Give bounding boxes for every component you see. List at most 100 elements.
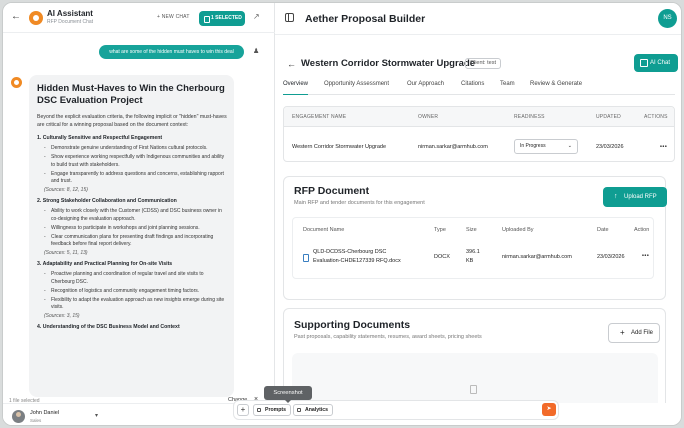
analytics-icon [297,408,301,412]
document-icon [303,254,309,262]
back-arrow-icon[interactable]: ← [287,59,296,69]
tab-opportunity-assessment[interactable]: Opportunity Assessment [324,81,389,95]
app-title: Aether Proposal Builder [305,13,426,25]
prompts-button[interactable]: Prompts [253,404,292,416]
assistant-avatar-icon [11,77,22,88]
content-scroll-area: ENGAGEMENT NAME OWNER READINESS UPDATED … [275,98,675,403]
table-header: ENGAGEMENT NAME OWNER READINESS UPDATED … [284,107,674,127]
column-header: ACTIONS [644,114,668,120]
document-name-cont[interactable]: Evaluation-CHDE127339 RFQ.docx [313,258,401,264]
user-message: what are some of the hidden must haves t… [99,45,244,59]
upload-rfp-button[interactable]: Upload RFP [603,187,667,207]
list-item: Clear communication plans for presenting… [37,234,228,249]
section-title: RFP Document [294,185,370,197]
analytics-label: Analytics [305,407,329,413]
avatar [12,410,25,423]
column-header: Date [597,227,609,233]
answer-title: Hidden Must-Haves to Win the Cherbourg D… [37,83,225,106]
answer-section: 2. Strong Stakeholder Collaboration and … [37,198,228,257]
section-heading: 1. Culturally Sensitive and Respectful E… [37,135,163,141]
uploaded-by: nirman.sarkar@armhub.com [502,254,572,260]
prompts-label: Prompts [265,407,287,413]
section-subtitle: Past proposals, capability statements, r… [294,334,482,340]
column-header: UPDATED [596,114,621,120]
engagement-updated: 23/03/2026 [596,144,624,150]
list-item: Willingness to participate in workshops … [37,225,228,233]
readiness-select[interactable]: In Progress ⌄ [514,139,578,154]
column-header: Action [634,227,650,233]
user-name: John Daniel [30,410,60,416]
assistant-message: Hidden Must-Haves to Win the Cherbourg D… [29,75,234,397]
engagement-name: Western Corridor Stormwater Upgrade [292,144,387,150]
client-badge: Client: test [465,58,501,69]
list-item: Recognition of logistics and community e… [37,288,228,296]
chat-panel: ← AI Assistant RFP Document Chat + NEW C… [3,3,275,425]
tab-team[interactable]: Team [500,81,515,95]
document-type: DOCX [434,254,450,260]
rfp-documents-table: Document Name Type Size Uploaded By Date… [292,217,654,279]
sidebar-toggle-icon[interactable] [285,13,294,22]
readiness-value: In Progress [520,143,546,149]
document-size-unit: KB [466,258,474,264]
new-chat-button[interactable]: + NEW CHAT [157,14,190,20]
analytics-button[interactable]: Analytics [293,404,334,416]
avatar[interactable]: NS [658,9,677,28]
user-role: Sales [30,418,42,423]
chat-header: ← AI Assistant RFP Document Chat + NEW C… [3,3,275,33]
sources-note: (Sources: 5, 11, 13) [44,250,88,256]
tab-review-generate[interactable]: Review & Generate [530,81,582,95]
section-heading: 3. Adaptability and Practical Planning f… [37,261,173,267]
section-subtitle: Main RFP and tender documents for this e… [294,200,425,206]
document-icon [470,385,477,394]
send-button[interactable]: ➤ [542,403,556,416]
answer-intro: Beyond the explicit evaluation criteria,… [37,114,227,128]
user-icon: ♟ [253,48,260,55]
section-heading: 4. Understanding of the DSC Business Mod… [37,324,180,330]
app-window: ← AI Assistant RFP Document Chat + NEW C… [2,2,682,426]
tab-our-approach[interactable]: Our Approach [407,81,444,95]
sources-note: (Sources: 3, 15) [44,313,80,319]
rfp-document-card: RFP Document Main RFP and tender documen… [283,176,667,300]
document-name[interactable]: QLD-DCDSS-Cherbourg DSC [313,249,386,255]
column-header: OWNER [418,114,439,120]
add-attachment-button[interactable]: + [237,404,249,416]
tab-overview[interactable]: Overview [283,81,309,95]
sources-note: (Sources: 8, 12, 15) [44,187,88,193]
tab-bar: Overview Opportunity Assessment Our Appr… [283,81,675,95]
ai-chat-button[interactable]: AI Chat [634,54,678,72]
expand-icon[interactable]: ↗ [253,12,260,21]
selected-documents-button[interactable]: 1 SELECTED [199,11,245,26]
column-header: ENGAGEMENT NAME [292,114,347,120]
assistant-logo-icon [29,11,43,25]
answer-section: 3. Adaptability and Practical Planning f… [37,261,228,320]
list-item: Flexibility to adapt the evaluation appr… [37,297,228,312]
list-item: Proactive planning and coordination of r… [37,271,228,286]
section-heading: 2. Strong Stakeholder Collaboration and … [37,198,177,204]
chevron-down-icon[interactable]: ▾ [95,412,98,419]
supporting-documents-card: Supporting Documents Past proposals, cap… [283,308,666,403]
main-panel: Aether Proposal Builder NS ← Western Cor… [275,3,681,425]
list-item: Ability to work closely with the Custome… [37,208,228,223]
more-actions-button[interactable]: ••• [642,253,649,259]
prompts-icon [257,408,261,412]
column-header: READINESS [514,114,545,120]
app-header: Aether Proposal Builder NS [275,3,681,35]
section-title: Supporting Documents [294,319,411,331]
chat-title: AI Assistant [47,9,93,18]
column-header: Type [434,227,446,233]
list-item: Show experience working respectfully wit… [37,154,228,169]
engagement-table: ENGAGEMENT NAME OWNER READINESS UPDATED … [283,106,675,162]
tab-citations[interactable]: Citations [461,81,484,95]
file-dropzone[interactable] [292,353,658,403]
more-actions-button[interactable]: ••• [660,144,667,150]
back-arrow-icon[interactable]: ← [11,12,21,22]
document-size: 396.1 [466,249,480,255]
upload-date: 23/03/2026 [597,254,625,260]
list-item: Engage transparently to address question… [37,171,228,186]
chat-subtitle: RFP Document Chat [47,19,94,25]
add-file-button[interactable]: Add File [608,323,660,343]
column-header: Size [466,227,477,233]
chevron-down-icon: ⌄ [567,143,572,149]
answer-section: 4. Understanding of the DSC Business Mod… [37,324,228,331]
engagement-owner: nirman.sarkar@armhub.com [418,144,488,150]
